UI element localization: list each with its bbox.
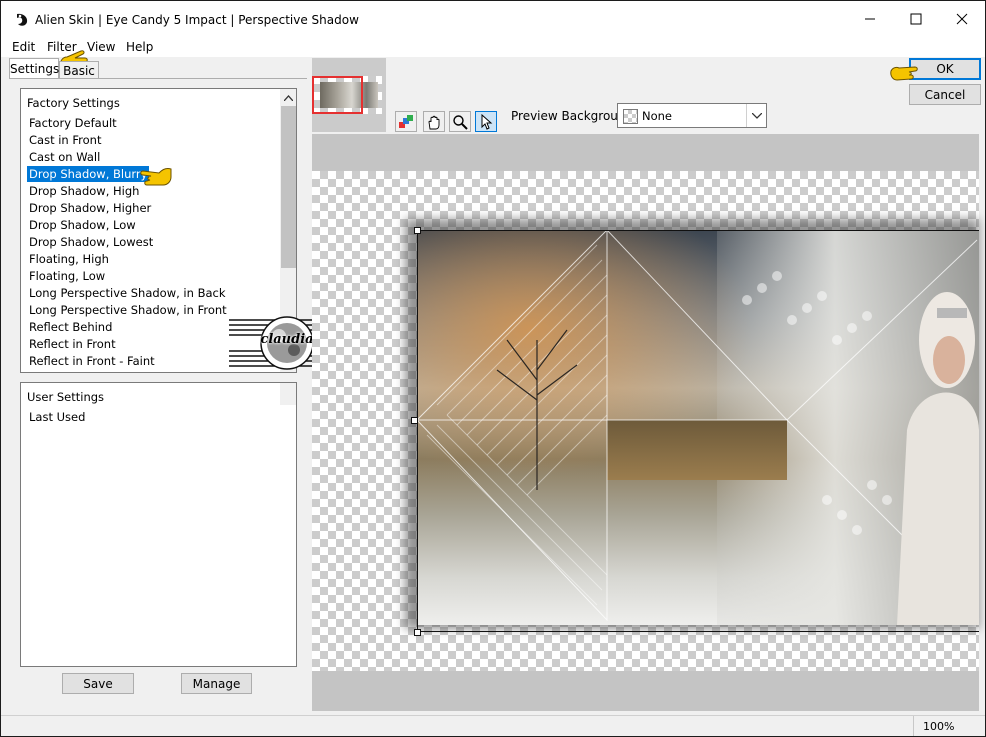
menu-help[interactable]: Help <box>126 40 153 54</box>
user-settings-list[interactable]: User Settings Last Used <box>20 382 297 667</box>
handle-bottom-left[interactable] <box>414 629 421 636</box>
list-item[interactable]: Reflect Behind <box>27 319 114 335</box>
list-item[interactable]: Factory Default <box>27 115 119 131</box>
selection-bounds[interactable] <box>417 230 979 632</box>
arrow-tool-button[interactable] <box>475 111 497 132</box>
minimize-button[interactable] <box>847 3 893 35</box>
list-item[interactable]: Long Perspective Shadow, in Back <box>27 285 228 301</box>
arrow-tool-icon <box>481 113 493 130</box>
hand-tool-button[interactable] <box>423 111 445 132</box>
hand-tool-icon <box>428 115 440 129</box>
list-item[interactable]: Reflect in Front - Faint <box>27 353 157 369</box>
close-icon <box>956 13 968 25</box>
handle-top-left[interactable] <box>414 227 421 234</box>
list-item[interactable]: Floating, Low <box>27 268 107 284</box>
zoom-tool-icon <box>453 114 468 130</box>
menu-edit[interactable]: Edit <box>12 40 35 54</box>
app-icon <box>17 13 28 26</box>
eye-candy-dialog: Alien Skin | Eye Candy 5 Impact | Perspe… <box>0 0 986 737</box>
maximize-button[interactable] <box>893 3 939 35</box>
manage-button[interactable]: Manage <box>181 673 252 694</box>
save-button[interactable]: Save <box>62 673 134 694</box>
factory-settings-header: Factory Settings <box>27 96 120 110</box>
dropdown-chevron-icon <box>752 113 762 119</box>
window-title: Alien Skin | Eye Candy 5 Impact | Perspe… <box>35 13 359 27</box>
color-picker-button[interactable] <box>395 111 417 132</box>
scroll-up-icon[interactable] <box>284 95 293 101</box>
cancel-button[interactable]: Cancel <box>909 84 981 105</box>
none-swatch-icon <box>623 109 638 124</box>
factory-scroll-thumb[interactable] <box>281 106 296 268</box>
list-item[interactable]: Drop Shadow, Lowest <box>27 234 155 250</box>
zoom-tool-button[interactable] <box>449 111 471 132</box>
navigator-viewport-frame[interactable] <box>312 76 363 114</box>
pointing-hand-icon <box>140 168 172 186</box>
menu-bar: Edit Filter View Help <box>1 37 985 57</box>
pointing-hand-icon <box>890 66 918 81</box>
list-item[interactable]: Long Perspective Shadow, in Front <box>27 302 229 318</box>
title-bar: Alien Skin | Eye Candy 5 Impact | Perspe… <box>1 1 985 37</box>
color-picker-icon <box>399 114 413 128</box>
menu-view[interactable]: View <box>87 40 115 54</box>
user-settings-scrollbar[interactable] <box>280 383 296 405</box>
list-item[interactable]: Cast on Wall <box>27 149 102 165</box>
list-item[interactable]: Drop Shadow, High <box>27 183 141 199</box>
tab-settings[interactable]: Settings <box>9 58 59 78</box>
list-item[interactable]: Floating, High <box>27 251 111 267</box>
minimize-icon <box>865 18 875 20</box>
user-settings-header: User Settings <box>27 390 105 404</box>
close-button[interactable] <box>939 3 985 35</box>
list-item[interactable]: Reflect in Front <box>27 336 118 352</box>
preview-background-select[interactable]: None <box>617 103 767 128</box>
preview-background-value: None <box>642 109 673 123</box>
maximize-icon <box>910 13 922 25</box>
list-item[interactable]: Drop Shadow, Blurry <box>27 166 150 182</box>
tab-basic[interactable]: Basic <box>59 61 99 78</box>
list-item-last-used[interactable]: Last Used <box>27 409 87 425</box>
handle-left-mid[interactable] <box>411 417 418 424</box>
zoom-level: 100% <box>923 720 955 733</box>
list-item[interactable]: Drop Shadow, Low <box>27 217 138 233</box>
list-item[interactable]: Drop Shadow, Higher <box>27 200 153 216</box>
list-item[interactable]: Cast in Front <box>27 132 103 148</box>
status-bar: 100% <box>1 715 985 736</box>
